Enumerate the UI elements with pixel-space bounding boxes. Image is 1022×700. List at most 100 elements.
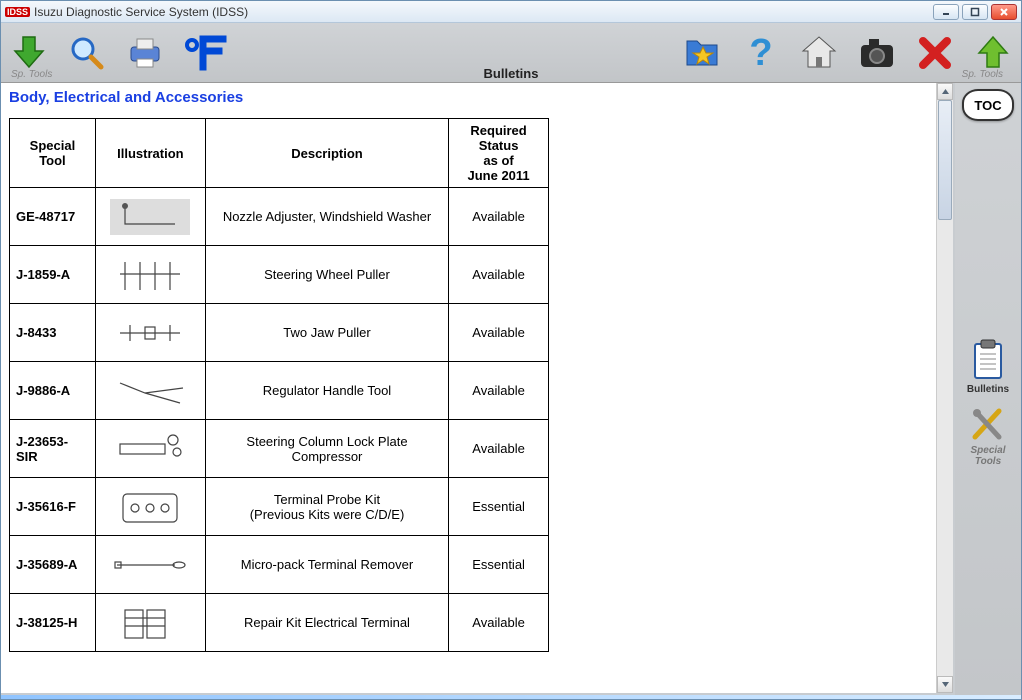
- table-row: J-35616-F Terminal Probe Kit (Previous Ki…: [10, 478, 549, 536]
- tool-id-cell: J-23653-SIR: [10, 420, 96, 478]
- home-button[interactable]: [799, 33, 839, 73]
- special-tools-table: Special Tool Illustration Description Re…: [9, 118, 549, 652]
- rail-special-tools[interactable]: Special Tools: [969, 403, 1007, 467]
- description-cell: Regulator Handle Tool: [205, 362, 448, 420]
- sp-tools-right-label: Sp. Tools: [962, 69, 1003, 80]
- col-header-tool: Special Tool: [10, 119, 96, 188]
- window-controls: [933, 4, 1017, 20]
- illustration-cell: [95, 362, 205, 420]
- help-button[interactable]: ?: [741, 33, 781, 73]
- maximize-button[interactable]: [962, 4, 988, 20]
- tools-icon: [969, 403, 1007, 443]
- table-row: J-9886-A Regulator Handle ToolAvailable: [10, 362, 549, 420]
- window-title: Isuzu Diagnostic Service System (IDSS): [34, 5, 248, 19]
- tool-id-cell: GE-48717: [10, 188, 96, 246]
- description-cell: Steering Column Lock Plate Compressor: [205, 420, 448, 478]
- units-button[interactable]: [183, 33, 227, 73]
- titlebar: IDSS Isuzu Diagnostic Service System (ID…: [1, 1, 1021, 23]
- vertical-scrollbar[interactable]: [936, 83, 953, 693]
- col-header-description: Description: [205, 119, 448, 188]
- upload-arrow-icon: [973, 33, 1013, 73]
- description-cell: Steering Wheel Puller: [205, 246, 448, 304]
- col-header-illustration: Illustration: [95, 119, 205, 188]
- clipboard-icon: [969, 338, 1007, 382]
- print-button[interactable]: [125, 33, 165, 73]
- tool-illustration: [105, 368, 195, 414]
- scroll-track[interactable]: [937, 100, 953, 676]
- app-badge: IDSS: [5, 7, 30, 17]
- close-button[interactable]: [991, 4, 1017, 20]
- content-pane: Body, Electrical and Accessories Special…: [1, 83, 953, 693]
- tool-id-cell: J-9886-A: [10, 362, 96, 420]
- table-row: J-1859-ASteering Wheel PullerAvailable: [10, 246, 549, 304]
- tool-id-cell: J-35616-F: [10, 478, 96, 536]
- search-icon: [67, 33, 107, 73]
- section-title: Body, Electrical and Accessories: [9, 87, 928, 118]
- scroll-up-button[interactable]: [937, 83, 953, 100]
- x-icon: [915, 33, 955, 73]
- scroll-thumb[interactable]: [938, 100, 952, 220]
- tool-id-cell: J-35689-A: [10, 536, 96, 594]
- camera-icon: [857, 33, 897, 73]
- cancel-button[interactable]: [915, 33, 955, 73]
- status-cell: Available: [449, 420, 549, 478]
- status-cell: Available: [449, 188, 549, 246]
- tool-illustration: [105, 600, 195, 646]
- status-cell: Essential: [449, 536, 549, 594]
- illustration-cell: [95, 594, 205, 652]
- illustration-cell: [95, 304, 205, 362]
- svg-text:?: ?: [749, 33, 772, 73]
- upload-button[interactable]: [973, 33, 1013, 73]
- tool-illustration: [105, 426, 195, 472]
- download-arrow-icon: [9, 33, 49, 73]
- document-scroll[interactable]: Body, Electrical and Accessories Special…: [1, 83, 936, 693]
- status-cell: Available: [449, 304, 549, 362]
- tool-illustration: [105, 542, 195, 588]
- col-header-status: Required Status as of June 2011: [449, 119, 549, 188]
- description-cell: Terminal Probe Kit (Previous Kits were C…: [205, 478, 448, 536]
- tool-illustration: [105, 194, 195, 240]
- app-window: IDSS Isuzu Diagnostic Service System (ID…: [0, 0, 1022, 700]
- rail-bulletins-label: Bulletins: [967, 384, 1009, 395]
- table-row: GE-48717Nozzle Adjuster, Windshield Wash…: [10, 188, 549, 246]
- statusbar: [1, 695, 1021, 699]
- illustration-cell: [95, 536, 205, 594]
- printer-icon: [125, 33, 165, 73]
- folder-star-icon: [683, 33, 723, 73]
- status-cell: Available: [449, 246, 549, 304]
- download-button[interactable]: [9, 33, 49, 73]
- fahrenheit-icon: [183, 33, 227, 73]
- minimize-button[interactable]: [933, 4, 959, 20]
- rail-bulletins[interactable]: Bulletins: [967, 338, 1009, 395]
- table-row: J-35689-A Micro-pack Terminal RemoverEsse…: [10, 536, 549, 594]
- sp-tools-left-label: Sp. Tools: [11, 69, 52, 80]
- illustration-cell: [95, 246, 205, 304]
- table-row: J-23653-SIR Steering Column Lock Plate Co…: [10, 420, 549, 478]
- illustration-cell: [95, 420, 205, 478]
- main-toolbar: ?: [1, 23, 1021, 83]
- toc-button[interactable]: TOC: [962, 89, 1014, 121]
- tool-id-cell: J-38125-H: [10, 594, 96, 652]
- right-rail: TOC Bulletins Special Tools: [955, 83, 1021, 695]
- body-area: Body, Electrical and Accessories Special…: [1, 83, 1021, 695]
- help-icon: ?: [741, 33, 781, 73]
- illustration-cell: [95, 188, 205, 246]
- screenshot-button[interactable]: [857, 33, 897, 73]
- status-cell: Essential: [449, 478, 549, 536]
- rail-special-tools-label: Special Tools: [970, 445, 1005, 467]
- description-cell: Two Jaw Puller: [205, 304, 448, 362]
- status-cell: Available: [449, 594, 549, 652]
- table-row: J-38125-H Repair Kit Electrical TerminalA…: [10, 594, 549, 652]
- scroll-down-button[interactable]: [937, 676, 953, 693]
- table-row: J-8433 Two Jaw PullerAvailable: [10, 304, 549, 362]
- home-icon: [799, 33, 839, 73]
- favorites-button[interactable]: [683, 33, 723, 73]
- description-cell: Repair Kit Electrical Terminal: [205, 594, 448, 652]
- tool-illustration: [105, 484, 195, 530]
- tool-illustration: [105, 310, 195, 356]
- illustration-cell: [95, 478, 205, 536]
- status-cell: Available: [449, 362, 549, 420]
- tool-id-cell: J-8433: [10, 304, 96, 362]
- search-button[interactable]: [67, 33, 107, 73]
- description-cell: Micro-pack Terminal Remover: [205, 536, 448, 594]
